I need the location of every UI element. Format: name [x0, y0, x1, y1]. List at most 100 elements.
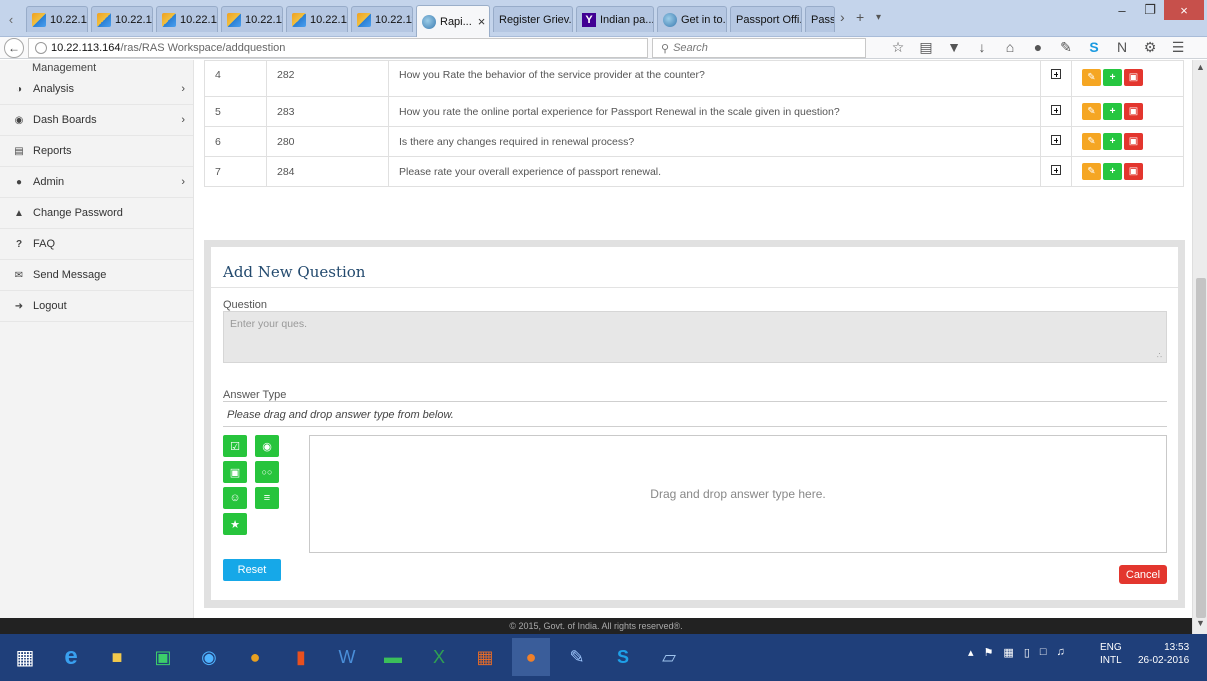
delete-button[interactable]: ▣ [1124, 133, 1143, 150]
expand-plus-icon[interactable] [1051, 165, 1061, 175]
close-tab-icon[interactable]: × [472, 14, 486, 29]
answer-drop-zone[interactable]: Drag and drop answer type here. [309, 435, 1167, 553]
reset-button[interactable]: Reset [223, 559, 281, 581]
browser-tab-1[interactable]: 10.22.113.... [26, 6, 88, 32]
star-rating-type-icon[interactable]: ★ [223, 513, 247, 535]
office-icon[interactable]: ▮ [282, 638, 320, 676]
screenshot-icon[interactable]: ✎ [1058, 39, 1074, 56]
edit-button[interactable]: ✎ [1082, 163, 1101, 180]
chat-tray-icon[interactable]: □ [1040, 646, 1047, 659]
internet-explorer-icon[interactable]: e [52, 638, 90, 676]
pocket-icon[interactable]: ▼ [946, 39, 962, 56]
terminal-icon[interactable]: ▬ [374, 638, 412, 676]
notes-icon[interactable]: ▱ [650, 638, 688, 676]
site-info-icon[interactable] [35, 42, 47, 54]
firefox-icon[interactable]: ● [512, 638, 550, 676]
question-textarea[interactable]: Enter your ques. ∴ [223, 311, 1167, 363]
sidebar-item-logout[interactable]: ➜ Logout [0, 291, 193, 322]
add-button[interactable]: + [1103, 103, 1122, 120]
browser-tab-6[interactable]: 10.22.113.... [351, 6, 413, 32]
expand-plus-icon[interactable] [1051, 105, 1061, 115]
window-close-icon[interactable]: × [1164, 0, 1204, 20]
chrome-icon[interactable]: ● [236, 638, 274, 676]
flag-icon[interactable]: ⚑ [984, 646, 994, 659]
sidebar-item-faq[interactable]: ? FAQ [0, 229, 193, 260]
battery-icon[interactable]: ▯ [1024, 646, 1030, 659]
add-button[interactable]: + [1103, 163, 1122, 180]
sidebar-item-reports[interactable]: ▤ Reports [0, 136, 193, 167]
sidebar-item-dash-boards[interactable]: ◉ Dash Boards › [0, 105, 193, 136]
delete-button[interactable]: ▣ [1124, 163, 1143, 180]
sidebar-item-management[interactable]: Management [0, 60, 193, 74]
browser-tab-active[interactable]: Rapi... × [416, 5, 490, 37]
expand-plus-icon[interactable] [1051, 135, 1061, 145]
url-bar[interactable]: 10.22.113.164/ras/RAS Workspace/addquest… [28, 38, 664, 58]
browser-tab-9[interactable]: Y Indian pa... [576, 6, 654, 32]
paint-icon[interactable]: ✎ [558, 638, 596, 676]
search-input[interactable]: ⚲ Search [652, 38, 866, 58]
cancel-button[interactable]: Cancel [1119, 565, 1167, 584]
delete-button[interactable]: ▣ [1124, 69, 1143, 86]
extension-icon[interactable]: N [1114, 39, 1130, 56]
windows-start-icon[interactable]: ▦ [6, 638, 44, 676]
clock[interactable]: 13:53 26-02-2016 [1138, 641, 1189, 667]
word-icon[interactable]: W [328, 638, 366, 676]
add-button[interactable]: + [1103, 133, 1122, 150]
sidebar-item-change-password[interactable]: ▲ Change Password [0, 198, 193, 229]
back-arrow-icon[interactable]: ← [4, 38, 24, 58]
tray-chevron-up-icon[interactable]: ▴ [968, 646, 974, 659]
tab-scroll-left-icon[interactable]: ‹ [0, 6, 22, 32]
menu-hamburger-icon[interactable]: ☰ [1170, 39, 1186, 56]
home-icon[interactable]: ⌂ [1002, 39, 1018, 56]
row-expand-cell [1040, 60, 1072, 97]
smiley-type-icon[interactable]: ☺ [223, 487, 247, 509]
tab-scroll-right-icon[interactable]: › [840, 9, 845, 25]
multi-radio-type-icon[interactable]: ○○ [255, 461, 279, 483]
edit-button[interactable]: ✎ [1082, 103, 1101, 120]
dropdown-type-icon[interactable]: ▣ [223, 461, 247, 483]
reading-list-icon[interactable]: ▤ [918, 39, 934, 56]
bookmark-star-icon[interactable]: ☆ [890, 39, 906, 56]
skype-icon[interactable]: S [1086, 39, 1102, 56]
scroll-down-icon[interactable]: ▼ [1193, 618, 1207, 632]
excel-icon[interactable]: X [420, 638, 458, 676]
expand-plus-icon[interactable] [1051, 69, 1061, 79]
skype-taskbar-icon[interactable]: S [604, 638, 642, 676]
browser-tab-10[interactable]: Get in to... [657, 6, 727, 32]
page-scrollbar[interactable]: ▲ ▼ [1192, 60, 1207, 634]
browser-tab-5[interactable]: 10.22.113.... [286, 6, 348, 32]
browser-tab-4[interactable]: 10.22.113.... [221, 6, 283, 32]
minimize-icon[interactable]: – [1108, 0, 1136, 20]
radio-type-icon[interactable]: ◉ [255, 435, 279, 457]
browser-tab-11[interactable]: Passport Offi... [730, 6, 802, 32]
scroll-up-icon[interactable]: ▲ [1193, 62, 1207, 76]
tab-list-chevron-icon[interactable]: ▾ [876, 12, 881, 23]
restore-icon[interactable]: ❐ [1136, 0, 1164, 20]
sidebar-item-send-message[interactable]: ✉ Send Message [0, 260, 193, 291]
new-tab-icon[interactable]: + [856, 9, 864, 25]
app-grid-icon[interactable]: ▦ [466, 638, 504, 676]
resize-grip-icon[interactable]: ∴ [1157, 351, 1162, 360]
network-grid-icon[interactable]: ▦ [1003, 646, 1013, 659]
browser-tab-3[interactable]: 10.22.113.... [156, 6, 218, 32]
store-icon[interactable]: ▣ [144, 638, 182, 676]
edit-button[interactable]: ✎ [1082, 133, 1101, 150]
scrollbar-thumb[interactable] [1196, 278, 1206, 618]
messenger-icon[interactable]: ◉ [190, 638, 228, 676]
sidebar-item-analysis[interactable]: ◑ Analysis › [0, 74, 193, 105]
edit-button[interactable]: ✎ [1082, 69, 1101, 86]
addon-icon[interactable]: ⚙ [1142, 39, 1158, 56]
browser-tab-8[interactable]: Register Griev... [493, 6, 573, 32]
file-explorer-icon[interactable]: ■ [98, 638, 136, 676]
browser-tab-2[interactable]: 10.22.113.... [91, 6, 153, 32]
language-indicator[interactable]: ENG INTL [1100, 641, 1122, 667]
volume-icon[interactable]: ♫ [1057, 646, 1065, 659]
browser-tab-12[interactable]: Passp [805, 6, 835, 32]
downloads-icon[interactable]: ↓ [974, 39, 990, 56]
checkbox-type-icon[interactable]: ☑ [223, 435, 247, 457]
add-button[interactable]: + [1103, 69, 1122, 86]
sidebar-item-admin[interactable]: ● Admin › [0, 167, 193, 198]
delete-button[interactable]: ▣ [1124, 103, 1143, 120]
chat-icon[interactable]: ● [1030, 39, 1046, 56]
slider-type-icon[interactable]: ≡ [255, 487, 279, 509]
